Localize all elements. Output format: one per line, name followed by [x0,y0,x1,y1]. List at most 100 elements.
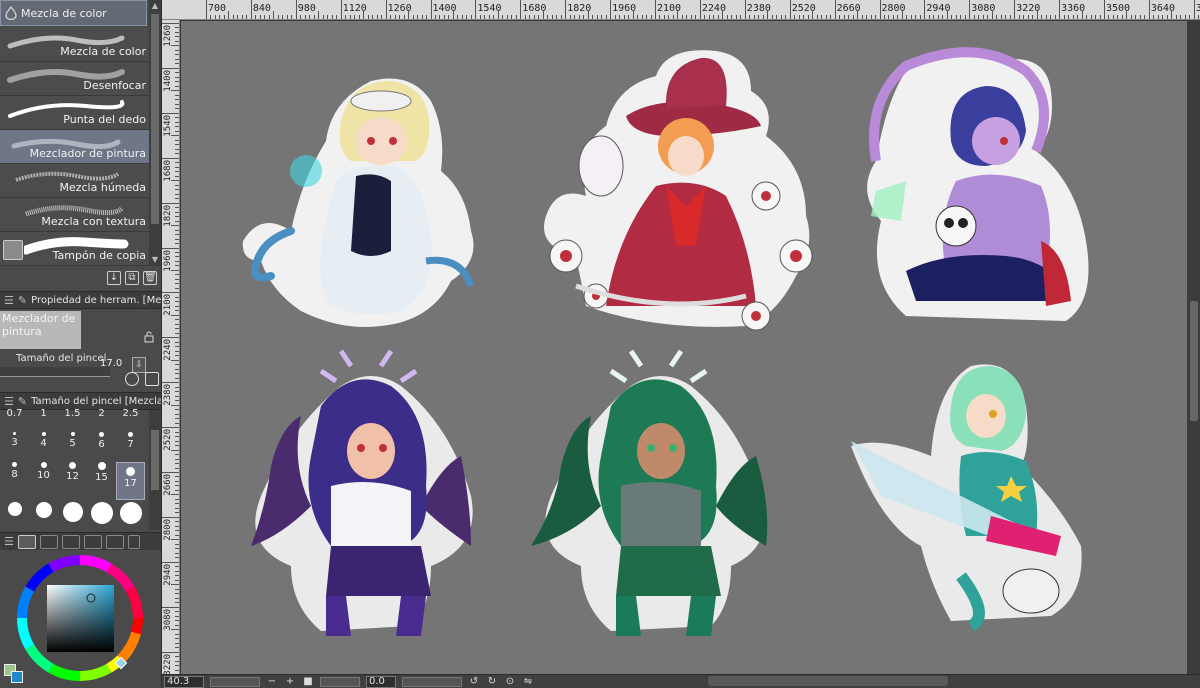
size-cell[interactable]: 4 [29,432,58,462]
size-cell[interactable] [58,502,87,532]
brush-list-scrollbar[interactable]: ▲ ▼ [149,0,161,266]
color-wheel[interactable] [0,552,161,688]
zoom-field[interactable]: 40.3 [164,675,204,688]
delete-subtool-icon[interactable]: 🗑 [143,271,157,285]
duplicate-subtool-icon[interactable]: ⧉ [125,271,139,285]
brush-item-mezcla-de-color[interactable]: Mezcla de color [0,28,149,62]
brush-size-scrollbar[interactable] [149,410,161,530]
size-cell[interactable]: 7 [116,432,145,462]
tool-property-panel-header[interactable]: ☰ ✎ Propiedad de herram. [Mez [0,291,161,309]
brush-item-punta-del-dedo[interactable]: Punta del dedo [0,96,149,130]
canvas-vertical-scrollbar[interactable] [1188,21,1200,674]
ruler-tick [162,202,179,204]
brush-item-mezcla-humeda[interactable]: Mezcla húmeda [0,164,149,198]
panel-menu-icon[interactable]: ☰ [4,395,14,408]
size-cell[interactable]: 12 [58,462,87,492]
ruler-tick [175,467,179,469]
ruler-tick [1104,0,1105,19]
size-cell[interactable] [116,502,145,532]
angle-slider[interactable] [320,676,360,687]
tab-approximate-color[interactable] [105,534,124,549]
ruler-tick [978,15,980,19]
size-cell[interactable]: 8 [0,462,29,492]
scrollbar-thumb[interactable] [1190,301,1198,421]
rotate-right-icon[interactable]: ↻ [486,676,498,688]
rotation-field[interactable]: 0.0 [366,675,396,688]
ruler-tick [175,548,179,550]
brush-size-dropdown-icon[interactable]: ⇩ [132,357,146,373]
wrench-settings-icon[interactable] [145,372,159,386]
scroll-up-icon[interactable]: ▲ [149,0,161,12]
brush-size-label: Tamaño del pincel [16,353,107,364]
ruler-tick [1005,15,1007,19]
canvas[interactable] [181,21,1187,674]
scrollbar-thumb[interactable] [151,14,159,224]
ruler-tick [417,15,419,19]
rotate-left-icon[interactable]: ↺ [468,676,480,688]
size-value: 4 [40,438,47,449]
size-cell[interactable]: 15 [87,462,116,492]
brush-label: Mezcla húmeda [59,181,146,194]
canvas-horizontal-scrollbar-thumb[interactable] [708,676,948,686]
brush-item-desenfocar[interactable]: Desenfocar [0,62,149,96]
ruler-tick [695,15,697,19]
reset-rotation-icon[interactable]: ⊙ [504,676,516,688]
panel-menu-icon[interactable]: ☰ [4,294,14,307]
size-cell[interactable]: 1 [29,408,58,420]
brush-item-tampon-de-copia[interactable]: Tampón de copia [0,232,149,266]
size-cell[interactable]: 10 [29,462,58,492]
brush-item-mezcla-con-textura[interactable]: Mezcla con textura [0,198,149,232]
lock-icon[interactable] [143,331,155,343]
tab-color-wheel[interactable] [17,534,36,549]
tab-color-slider[interactable] [39,534,58,549]
tab-color-set[interactable] [61,534,80,549]
ruler-tick [171,180,179,182]
import-subtool-icon[interactable]: ↓ [107,271,121,285]
brush-item-mezclador-de-pintura[interactable]: Mezclador de pintura [0,130,149,164]
scrollbar-thumb[interactable] [151,430,159,490]
ruler-tick [322,15,324,19]
subtool-group-tab[interactable]: Mezcla de color [0,0,147,26]
ruler-tick [484,15,486,19]
ruler-tick [1175,15,1177,19]
zoom-out-icon[interactable]: − [266,676,278,688]
pressure-settings-icon[interactable] [125,372,139,386]
size-cell[interactable] [29,502,58,532]
size-cell[interactable]: 3 [0,432,29,462]
sub-color-swatch[interactable] [11,671,23,683]
ruler-tick [175,588,179,590]
panel-menu-icon[interactable]: ☰ [4,535,14,548]
rotation-slider[interactable] [402,676,462,687]
size-dot [7,502,22,516]
brush-size-slider[interactable] [0,367,110,377]
size-cell[interactable] [87,502,116,532]
size-cell[interactable]: 2.5 [116,408,145,420]
scroll-down-icon[interactable]: ▼ [149,254,161,266]
tab-intermediate-color[interactable] [83,534,102,549]
ruler-tick [897,15,899,19]
ruler-tick [171,359,179,361]
zoom-in-icon[interactable]: + [284,676,296,688]
size-cell[interactable]: 6 [87,432,116,462]
zoom-slider[interactable] [210,676,260,687]
size-cell[interactable]: 1.5 [58,408,87,420]
ruler-tick [749,15,751,19]
size-cell[interactable] [0,502,29,532]
ruler-tick [883,15,885,19]
ruler-tick [641,15,643,19]
ruler-tick [731,15,733,19]
ruler-tick [372,15,374,19]
flip-horizontal-icon[interactable]: ⇋ [522,676,534,688]
tabs-more-icon[interactable] [127,534,140,549]
size-dot [69,462,76,469]
ruler-tick [888,15,890,19]
fit-screen-icon[interactable]: ■ [302,676,314,688]
ruler-tick [175,373,179,375]
ruler-tick [619,15,621,19]
size-cell[interactable]: 2 [87,408,116,420]
size-cell-selected[interactable]: 17 [116,462,145,500]
brush-size-value[interactable]: 17.0 [100,358,122,369]
size-cell[interactable]: 0.7 [0,408,29,420]
size-cell[interactable]: 5 [58,432,87,462]
ruler-tick [650,15,652,19]
